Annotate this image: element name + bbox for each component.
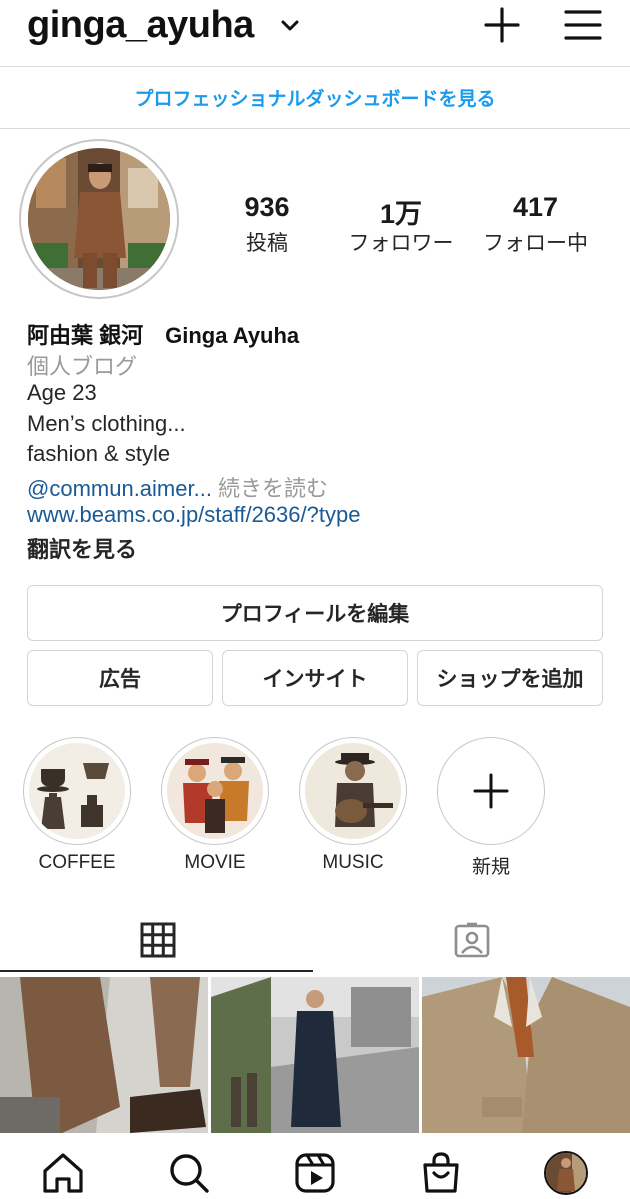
music-highlight-image bbox=[305, 743, 401, 839]
avatar[interactable] bbox=[28, 148, 170, 290]
plus-icon bbox=[473, 773, 509, 809]
bio-line: Men’s clothing... bbox=[27, 411, 186, 436]
highlight-label: 新規 bbox=[471, 857, 510, 878]
ads-button[interactable]: 広告 bbox=[27, 650, 213, 706]
bio-mention-line: @commun.aimer... 続きを読む bbox=[27, 471, 328, 503]
posts-label[interactable]: 投稿 bbox=[217, 227, 317, 257]
grid-icon[interactable] bbox=[140, 922, 176, 958]
bio-url-link[interactable]: www.beams.co.jp/staff/2636/?type bbox=[27, 502, 360, 528]
tagged-icon[interactable] bbox=[453, 921, 491, 959]
highlight-label: COFFEE bbox=[38, 852, 116, 873]
following-count[interactable]: 417 bbox=[473, 192, 598, 223]
menu-icon[interactable] bbox=[564, 9, 602, 41]
coffee-highlight-image bbox=[29, 743, 125, 839]
read-more-link[interactable]: 続きを読む bbox=[212, 476, 328, 501]
shop-icon[interactable] bbox=[419, 1151, 463, 1195]
posts-count[interactable]: 936 bbox=[217, 192, 317, 223]
followers-count[interactable]: 1万 bbox=[336, 192, 466, 231]
reels-icon[interactable] bbox=[293, 1151, 337, 1195]
post-thumbnail[interactable] bbox=[211, 977, 419, 1133]
highlight-label: MUSIC bbox=[322, 852, 384, 873]
post-thumbnail[interactable] bbox=[422, 977, 630, 1133]
active-tab-indicator bbox=[0, 970, 313, 972]
bio-line: Age 23 bbox=[27, 380, 97, 405]
following-label[interactable]: フォロー中 bbox=[473, 227, 598, 257]
add-shop-button[interactable]: ショップを追加 bbox=[417, 650, 603, 706]
username-title[interactable]: ginga_ayuha bbox=[27, 4, 254, 47]
plus-icon[interactable] bbox=[484, 7, 520, 43]
professional-dashboard-link[interactable]: プロフェッショナルダッシュボードを見る bbox=[0, 84, 630, 111]
profile-avatar[interactable] bbox=[544, 1151, 588, 1195]
profile-category: 個人ブログ bbox=[27, 354, 138, 379]
header-divider bbox=[0, 66, 630, 67]
home-icon[interactable] bbox=[41, 1151, 85, 1195]
followers-label[interactable]: フォロワー bbox=[336, 227, 466, 257]
translate-link[interactable]: 翻訳を見る bbox=[27, 532, 137, 564]
dashboard-divider bbox=[0, 128, 630, 129]
highlight-label: MOVIE bbox=[184, 852, 246, 873]
movie-highlight-image bbox=[167, 743, 263, 839]
post-thumbnail[interactable] bbox=[0, 977, 208, 1133]
insights-button[interactable]: インサイト bbox=[222, 650, 408, 706]
chevron-down-icon[interactable] bbox=[279, 14, 301, 36]
profile-name: 阿由葉 銀河 Ginga Ayuha bbox=[27, 323, 300, 348]
search-icon[interactable] bbox=[167, 1151, 211, 1195]
bio-line: fashion & style bbox=[27, 441, 171, 466]
edit-profile-button[interactable]: プロフィールを編集 bbox=[27, 585, 603, 641]
bio-mention-link[interactable]: @commun.aimer... bbox=[27, 476, 212, 501]
